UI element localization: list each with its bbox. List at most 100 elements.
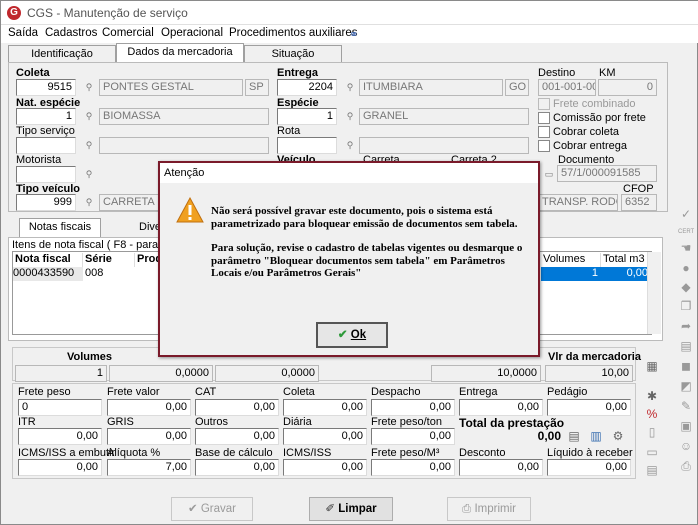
nat-especie-search-icon[interactable]: ⚲: [83, 111, 95, 122]
grid-scrollbar[interactable]: [647, 252, 661, 334]
circle-tool-icon[interactable]: ●: [679, 261, 693, 275]
tab-notas-fiscais[interactable]: Notas fiscais: [19, 218, 101, 237]
hand-tool-icon[interactable]: ☚: [679, 241, 693, 255]
outros-input[interactable]: 0,00: [195, 428, 279, 445]
forward-tool-icon[interactable]: ➦: [679, 319, 693, 333]
cobrar-coleta-checkbox[interactable]: [538, 126, 550, 138]
transp-field: TRANSP. RODOV.: [538, 194, 618, 211]
icms-embutir-input[interactable]: 0,00: [18, 459, 102, 476]
tipo-veiculo-search-icon[interactable]: ⚲: [83, 197, 95, 208]
comissao-label: Comissão por frete: [553, 112, 646, 124]
tipo-servico-label: Tipo serviço: [16, 125, 75, 137]
tab-identificacao[interactable]: Identificação: [8, 45, 116, 62]
cat-input[interactable]: 0,00: [195, 399, 279, 416]
tipo-servico-search-icon[interactable]: ⚲: [83, 140, 95, 151]
col-nota-fiscal[interactable]: Nota fiscal: [13, 253, 83, 267]
especie-name-field: GRANEL: [359, 108, 529, 125]
title-bar: G CGS - Manutenção de serviço: [1, 1, 698, 25]
tab-situacao[interactable]: Situação: [244, 45, 342, 62]
coleta-code-input[interactable]: 9515: [16, 79, 76, 96]
gris-input[interactable]: 0,00: [107, 428, 191, 445]
frete-peso-input[interactable]: 0: [18, 399, 102, 416]
edit-tool-icon[interactable]: ✎: [679, 399, 693, 413]
book-icon[interactable]: ▥: [589, 429, 603, 443]
copy-tool-icon[interactable]: ❐: [679, 299, 693, 313]
aliquota-input[interactable]: 7,00: [107, 459, 191, 476]
frete-valor-input[interactable]: 0,00: [107, 399, 191, 416]
tag-tool-icon[interactable]: ◆: [679, 280, 693, 294]
percent-icon[interactable]: %: [645, 407, 659, 421]
base-calculo-input[interactable]: 0,00: [195, 459, 279, 476]
coleta-fee-input[interactable]: 0,00: [283, 399, 367, 416]
itr-input[interactable]: 0,00: [18, 428, 102, 445]
liquido-input[interactable]: 0,00: [547, 459, 631, 476]
row-nota[interactable]: 0000433590: [13, 267, 83, 281]
motorista-search-icon[interactable]: ⚲: [83, 169, 95, 180]
comissao-checkbox[interactable]: [538, 112, 550, 124]
row-total-m3[interactable]: 0,00: [601, 267, 651, 281]
ok-button[interactable]: ✔ Ok: [316, 322, 388, 348]
rota-name-field: [359, 137, 529, 154]
menu-operacional[interactable]: Operacional: [161, 27, 223, 39]
rota-search-icon[interactable]: ⚲: [344, 140, 356, 151]
frete-peso-ton-input[interactable]: 0,00: [371, 428, 455, 445]
despacho-input[interactable]: 0,00: [371, 399, 455, 416]
dialog-message-line1: Não será possível gravar este documento,…: [211, 205, 518, 230]
truck-tool-icon[interactable]: ◼: [679, 359, 693, 373]
diaria-input[interactable]: 0,00: [283, 428, 367, 445]
pedagio-input[interactable]: 0,00: [547, 399, 631, 416]
despacho-label: Despacho: [371, 386, 421, 398]
coleta-search-icon[interactable]: ⚲: [83, 82, 95, 93]
totals-volumes-label: Volumes: [67, 351, 113, 363]
connection-icon[interactable]: ⚭: [349, 27, 359, 41]
col-total-m3[interactable]: Total m3: [601, 253, 651, 267]
tipo-veiculo-code-input[interactable]: 999: [16, 194, 76, 211]
nat-especie-code-input[interactable]: 1: [16, 108, 76, 125]
tab-dados-mercadoria[interactable]: Dados da mercadoria: [116, 43, 244, 63]
gear-icon[interactable]: ⚙: [611, 429, 625, 443]
limpar-button[interactable]: ✐ Limpar: [309, 497, 393, 521]
tipo-servico-input[interactable]: [16, 137, 76, 154]
row-volumes[interactable]: 1: [541, 267, 601, 281]
box-tool-icon[interactable]: ▣: [679, 419, 693, 433]
especie-search-icon[interactable]: ⚲: [344, 111, 356, 122]
calculator-icon[interactable]: ▦: [645, 359, 659, 373]
user-tool-icon[interactable]: ☺: [679, 439, 693, 453]
menu-comercial[interactable]: Comercial: [102, 27, 154, 39]
doc-tool-icon[interactable]: ▤: [679, 339, 693, 353]
col-serie[interactable]: Série: [83, 253, 135, 267]
tab-divergencias[interactable]: Dive: [109, 220, 164, 236]
destino-field: 001-001-001: [538, 79, 596, 96]
app-logo-icon: G: [7, 6, 21, 20]
table-icon[interactable]: ▤: [567, 429, 581, 443]
note-icon[interactable]: ▭: [645, 445, 659, 459]
gravar-button[interactable]: ✔ Gravar: [171, 497, 253, 521]
entrega-fee-input[interactable]: 0,00: [459, 399, 543, 416]
entrega-code-input[interactable]: 2204: [277, 79, 337, 96]
entrega-search-icon[interactable]: ⚲: [344, 82, 356, 93]
menu-saida[interactable]: Saída: [8, 27, 38, 39]
check-tool-icon[interactable]: ✓: [679, 207, 693, 221]
especie-code-input[interactable]: 1: [277, 108, 337, 125]
phone-icon[interactable]: ▯: [645, 425, 659, 439]
documento-icon[interactable]: ▭: [543, 169, 555, 180]
cargo-tool-icon[interactable]: ◩: [679, 379, 693, 393]
bug-icon[interactable]: ✱: [645, 389, 659, 403]
motorista-input[interactable]: [16, 166, 76, 183]
col-volumes[interactable]: Volumes: [541, 253, 601, 267]
tipo-servico-name-field: [99, 137, 269, 154]
frete-combinado-checkbox: [538, 98, 550, 110]
row-serie[interactable]: 008: [83, 267, 135, 281]
cobrar-entrega-checkbox[interactable]: [538, 140, 550, 152]
list-icon[interactable]: ▤: [645, 463, 659, 477]
menu-procedimentos[interactable]: Procedimentos auxiliares: [229, 27, 357, 39]
rota-input[interactable]: [277, 137, 337, 154]
menu-cadastros[interactable]: Cadastros: [45, 27, 97, 39]
alert-dialog: Atenção Não será possível gravar este do…: [158, 161, 540, 357]
desconto-input[interactable]: 0,00: [459, 459, 543, 476]
imprimir-button[interactable]: ⎙ Imprimir: [447, 497, 531, 521]
print-tool-icon[interactable]: ⎙: [679, 459, 693, 473]
frete-peso-m3-input[interactable]: 0,00: [371, 459, 455, 476]
icms-iss-input[interactable]: 0,00: [283, 459, 367, 476]
cert-tool-icon[interactable]: CERT: [678, 225, 694, 239]
